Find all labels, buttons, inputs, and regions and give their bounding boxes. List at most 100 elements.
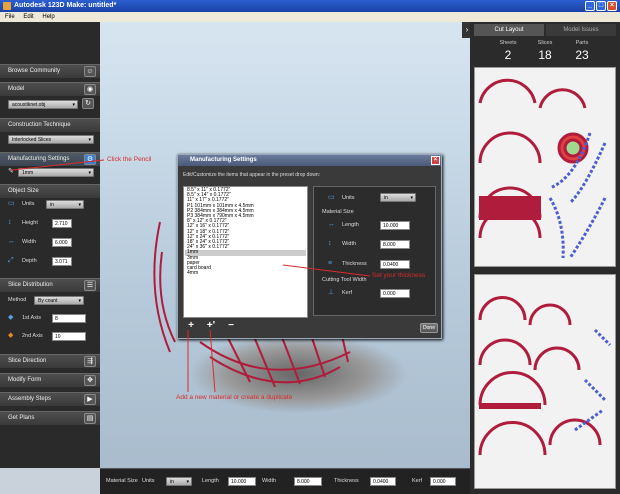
refresh-icon[interactable]: ↻ xyxy=(82,98,94,109)
axis1-icon: ◆ xyxy=(8,314,14,321)
preset-list[interactable]: 8.5" x 11" x 0.1772" 8.5" x 14" x 0.1772"… xyxy=(183,186,308,318)
height-field[interactable]: 2.710 xyxy=(52,219,72,228)
modify-icon[interactable]: ✥ xyxy=(84,375,96,386)
model-file-dropdown[interactable]: acoustiknet.obj xyxy=(8,100,78,109)
bottom-thickness-field[interactable]: 0.0400 xyxy=(370,477,396,486)
minimize-button[interactable]: _ xyxy=(585,1,595,11)
dialog-kerf-label: Kerf xyxy=(342,290,353,296)
dialog-kerf-field[interactable]: 0.000 xyxy=(380,289,410,298)
tab-model-issues[interactable]: Model Issues xyxy=(546,24,616,36)
units-dropdown[interactable]: in xyxy=(46,200,84,209)
units-icon: ▭ xyxy=(8,200,15,207)
slices-value: 18 xyxy=(538,48,552,62)
manufacturing-settings-section: Manufacturing Settings ⚙ xyxy=(0,152,100,166)
window-title: Autodesk 123D Make: untitled* xyxy=(14,2,117,9)
bottom-kerf-field[interactable]: 0.000 xyxy=(430,477,456,486)
width-label: Width xyxy=(22,239,37,245)
annotation-thickness: Set your thickness xyxy=(372,272,426,279)
dialog-width-field[interactable]: 8.000 xyxy=(380,240,410,249)
dialog-thickness-field[interactable]: 0.0400 xyxy=(380,260,410,269)
axis1-field[interactable]: 8 xyxy=(52,314,86,323)
dialog-length-icon: ↔ xyxy=(328,221,335,228)
menu-file[interactable]: File xyxy=(5,14,15,20)
tab-cut-layout[interactable]: Cut Layout xyxy=(474,24,544,36)
cut-sheet-2[interactable] xyxy=(474,274,616,489)
construction-technique-section: Construction Technique xyxy=(0,118,100,132)
dialog-kerf-icon: ⊥ xyxy=(328,289,335,296)
dialog-title: Manufacturing Settings xyxy=(190,157,257,163)
menu-edit[interactable]: Edit xyxy=(23,14,33,20)
modify-form-section[interactable]: Modify Form ✥ xyxy=(0,373,100,387)
units-label: Units xyxy=(22,201,35,207)
dialog-thickness-label: Thickness xyxy=(342,261,367,267)
left-panel: Browse Community ☺ Model ◉ acoustiknet.o… xyxy=(0,22,100,468)
assembly-steps-section[interactable]: Assembly Steps ▶ xyxy=(0,392,100,406)
right-panel: Cut Layout Model Issues Sheets 2 Slices … xyxy=(470,22,620,494)
annotation-pencil: Click the Pencil xyxy=(107,156,152,163)
bottom-length-field[interactable]: 10.000 xyxy=(228,477,256,486)
browse-community-label: Browse Community xyxy=(8,68,61,74)
dialog-material-size-label: Material Size xyxy=(322,209,354,215)
people-icon[interactable]: ☺ xyxy=(84,66,96,77)
dialog-units-dropdown[interactable]: in xyxy=(380,193,416,202)
sheets-label: Sheets xyxy=(499,40,517,46)
depth-field[interactable]: 3.071 xyxy=(52,257,72,266)
add-preset-button[interactable]: + xyxy=(185,321,197,332)
bottom-width-field[interactable]: 8.000 xyxy=(294,477,322,486)
slices-label: Slices xyxy=(537,40,553,46)
maximize-button[interactable]: □ xyxy=(596,1,606,11)
method-dropdown[interactable]: By count xyxy=(34,296,84,305)
preset-item[interactable]: 4mm xyxy=(185,271,306,276)
dialog-units-icon: ▭ xyxy=(328,194,335,201)
dialog-width-icon: ↕ xyxy=(328,240,332,247)
material-dropdown[interactable]: 1mm xyxy=(18,168,94,177)
gear-icon[interactable]: ⚙ xyxy=(84,154,96,165)
slice-direction-section[interactable]: Slice Direction ⇶ xyxy=(0,354,100,368)
browse-community-section[interactable]: Browse Community ☺ xyxy=(0,64,100,78)
bottom-width-label: Width xyxy=(262,478,277,484)
close-button[interactable]: × xyxy=(607,1,617,11)
app-icon xyxy=(3,2,11,10)
model-label: Model xyxy=(8,86,25,92)
get-plans-label: Get Plans xyxy=(8,415,35,421)
axis2-field[interactable]: 10 xyxy=(52,332,86,341)
object-size-label: Object Size xyxy=(8,188,39,194)
preset-form: ▭ Units in Material Size ↔ Length 10.000… xyxy=(313,186,436,316)
dialog-close-icon[interactable]: × xyxy=(431,156,440,165)
menu-help[interactable]: Help xyxy=(42,14,54,20)
get-plans-section[interactable]: Get Plans ▤ xyxy=(0,411,100,425)
technique-dropdown[interactable]: Interlocked Slices xyxy=(8,135,94,144)
axis2-label: 2nd Axis xyxy=(22,333,43,339)
manufacturing-settings-dialog: Manufacturing Settings × Edit/Customize … xyxy=(177,154,442,339)
cut-sheet-1[interactable] xyxy=(474,67,616,267)
bottom-units-dropdown[interactable]: in xyxy=(166,477,192,486)
height-label: Height xyxy=(22,220,38,226)
object-size-section: Object Size xyxy=(0,184,100,198)
menu-bar: File Edit Help xyxy=(0,12,620,22)
pencil-icon[interactable]: ✎ xyxy=(8,168,16,176)
annotation-add: Add a new material or create a duplicate xyxy=(176,394,293,401)
list-icon[interactable]: ☰ xyxy=(84,280,96,291)
slice-direction-label: Slice Direction xyxy=(8,358,47,364)
dialog-length-field[interactable]: 10.000 xyxy=(380,221,410,230)
assembly-icon[interactable]: ▶ xyxy=(84,394,96,405)
slice-distribution-label: Slice Distribution xyxy=(8,282,53,288)
manufacturing-settings-label: Manufacturing Settings xyxy=(8,156,70,162)
bottom-units-label: Units xyxy=(142,478,155,484)
document-icon[interactable]: ▤ xyxy=(84,413,96,424)
title-bar: Autodesk 123D Make: untitled* _ □ × xyxy=(0,0,620,12)
width-icon: ↔ xyxy=(8,238,15,245)
sheets-value: 2 xyxy=(504,48,512,62)
eye-icon[interactable]: ◉ xyxy=(84,84,96,95)
bottom-toolbar: Material Size Units in Length 10.000 Wid… xyxy=(100,468,470,494)
duplicate-preset-button[interactable]: +' xyxy=(205,321,217,332)
model-section: Model ◉ xyxy=(0,82,100,96)
width-field[interactable]: 6.000 xyxy=(52,238,72,247)
depth-icon: ⤢ xyxy=(8,257,14,264)
height-icon: ↕ xyxy=(8,219,12,226)
direction-icon[interactable]: ⇶ xyxy=(84,356,96,367)
done-button[interactable]: Done xyxy=(420,323,438,333)
remove-preset-button[interactable]: − xyxy=(225,321,237,332)
axis1-label: 1st Axis xyxy=(22,315,41,321)
dialog-instruction: Edit/Customize the items that appear in … xyxy=(183,172,321,178)
